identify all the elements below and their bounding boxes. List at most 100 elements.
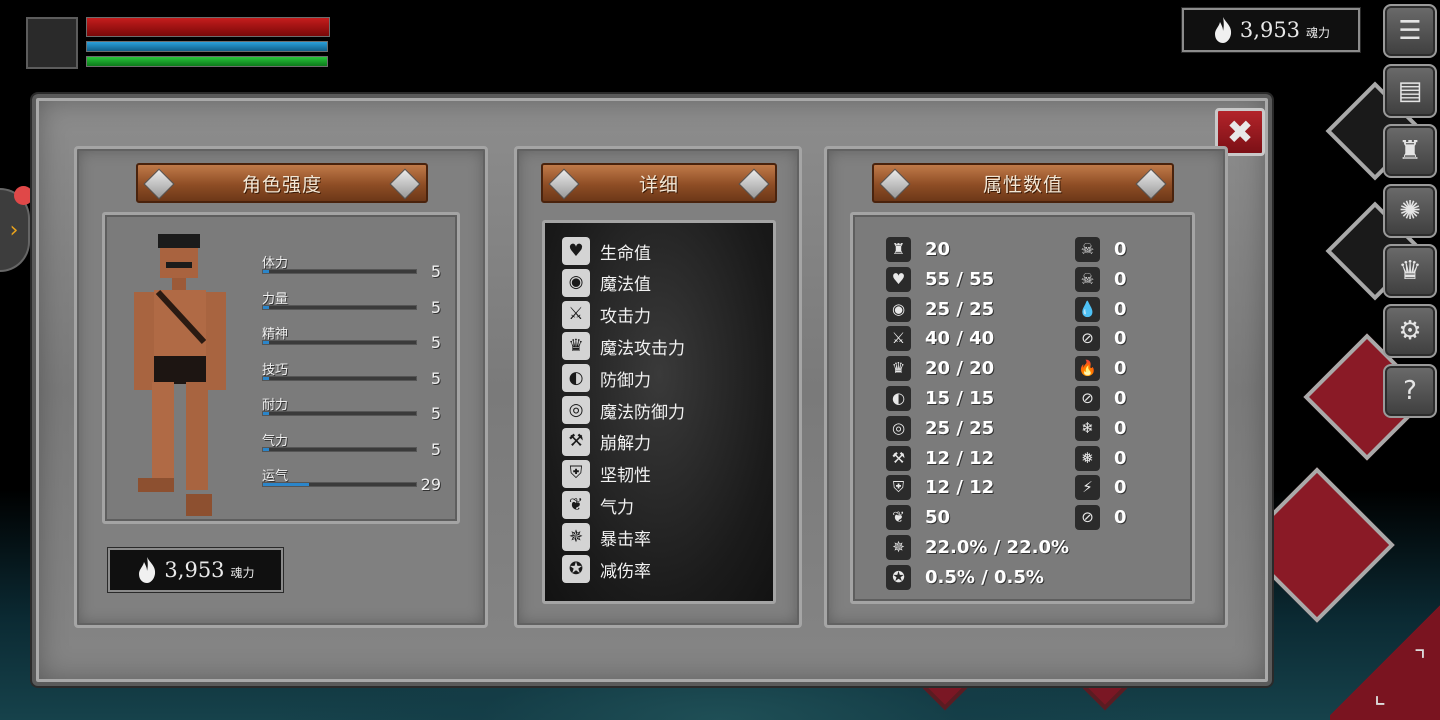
lightning-resist-icon: ⊘ [1075,505,1100,531]
stat-value: 5 [430,439,441,459]
drop-icon: 💧 [1075,296,1100,322]
sword-icon: ⚔ [562,300,590,329]
detail-label: 崩解力 [600,434,651,455]
stat-value: 5 [430,333,441,352]
stat-bar-fill [263,412,270,415]
stud-icon [879,168,911,200]
resistance-row: ☠ 0 [1075,237,1127,262]
detail-item[interactable]: ◉ 魔法值 [562,268,651,297]
stat-bar-fill [263,376,270,380]
resistance-row: ⚡ 0 [1075,475,1127,501]
detail-item[interactable]: ✵ 暴击率 [562,523,651,552]
resistance-row: ⊘ 0 [1075,505,1127,531]
detail-label: 暴击率 [600,529,651,550]
crown-icon: ♛ [886,356,911,382]
stat-value: 5 [430,368,441,388]
soul-unit: 魂力 [1306,25,1331,40]
shield-icon: ◐ [562,364,590,393]
armor-menu-button[interactable]: ♜ [1383,124,1437,178]
resistance-value: 0 [1114,417,1127,439]
help-icon: ? [1403,376,1417,406]
attribute-value: 15 / 15 [925,388,995,409]
rune-button[interactable]: ✺ [1383,184,1437,238]
attribute-value: 40 / 40 [925,328,995,350]
stud-icon [143,168,175,200]
detail-item[interactable]: ⛨ 坚韧性 [562,459,651,488]
attribute-value: 25 / 25 [925,298,995,320]
attribute-row: ⛨ 12 / 12 [886,475,994,501]
stat-bar [262,446,417,452]
lungs-icon: ❦ [562,491,590,520]
detail-label: 魔法攻击力 [600,338,685,359]
help-button[interactable]: ? [1383,364,1437,418]
character-strength-header: 角色强度 [136,163,428,203]
detail-item[interactable]: ♛ 魔法攻击力 [562,332,685,361]
attribute-value: 50 [925,507,951,529]
attribute-row: ♥ 55 / 55 [886,266,995,292]
flame-icon [1214,17,1232,43]
stat-bar [262,269,417,274]
settings-icon: ⚙ [1398,316,1422,346]
detail-label: 魔法防御力 [600,402,685,423]
attribute-row: ✵ 22.0% / 22.0% [886,535,1069,560]
stat-row: 精神 5 [262,323,447,352]
detail-item[interactable]: ⚒ 崩解力 [562,427,651,456]
settings-button[interactable]: ⚙ [1383,304,1437,358]
health-bar [86,17,330,37]
attribute-row: ⚒ 12 / 12 [886,445,995,471]
detail-item[interactable]: ⚔ 攻击力 [562,300,651,329]
stat-row: 运气 29 [262,465,447,494]
attribute-row: ♛ 20 / 20 [886,356,995,382]
stat-bar-fill [263,483,309,486]
skull-icon: ☠ [1075,237,1100,262]
attribute-value: 12 / 12 [925,447,995,469]
attribute-row: ❦ 50 [886,505,951,531]
stat-value: 5 [430,404,441,423]
character-strength-title: 角色强度 [241,173,322,196]
detail-item[interactable]: ♥ 生命值 [562,237,651,265]
detail-header: 详细 [541,163,777,203]
drop-resist-icon: ⊘ [1075,326,1100,352]
stud-icon [1135,168,1167,200]
close-icon: ✖ [1226,113,1254,151]
player-portrait[interactable] [26,17,78,69]
soul-amount: 3,953 [1239,18,1301,42]
detail-title: 详细 [638,173,679,196]
soul-counter: 3,953 魂力 [1181,7,1361,53]
stat-value: 5 [430,297,441,317]
map-button[interactable]: ▤ [1383,64,1437,118]
stat-bar [262,375,417,381]
crown-icon: ♛ [562,332,590,361]
magic-shield-icon: ◎ [562,396,590,424]
heart-icon: ♥ [886,266,911,292]
head-icon: ◉ [562,268,590,297]
detail-item[interactable]: ◎ 魔法防御力 [562,396,685,424]
detail-label: 气力 [600,497,634,518]
resistance-value: 0 [1114,507,1127,529]
fullscreen-toggle[interactable]: ⌝ ⌞ [1330,600,1440,720]
detail-item[interactable]: ❦ 气力 [562,491,634,520]
resistance-value: 0 [1114,358,1127,380]
detail-item[interactable]: ◐ 防御力 [562,364,651,393]
stat-bar-fill [263,447,270,451]
crown-menu-button[interactable]: ♛ [1383,244,1437,298]
resistance-row: 💧 0 [1075,296,1127,322]
fire-resist-icon: ⊘ [1075,386,1100,411]
shield-icon: ◐ [886,386,911,411]
detail-label: 坚韧性 [600,466,651,487]
detail-item[interactable]: ✪ 减伤率 [562,555,651,583]
attribute-value: 20 / 20 [925,358,995,380]
armor-menu-icon: ♜ [1398,136,1422,166]
skull-resist-icon: ☠ [1075,266,1100,292]
menu-list-button[interactable]: ☰ [1383,4,1437,58]
snowflake-icon: ❄ [1075,415,1100,441]
stat-row: 力量 5 [262,288,447,317]
burst-icon: ✵ [886,535,911,560]
panel-soul-unit: 魂力 [230,565,255,580]
resistance-value: 0 [1114,447,1127,469]
detail-label: 生命值 [600,243,651,264]
attribute-value: 55 / 55 [925,268,995,290]
attribute-row: ✪ 0.5% / 0.5% [886,564,1044,590]
lungs-icon: ❦ [886,505,911,531]
hammer-icon: ⚒ [886,445,911,471]
